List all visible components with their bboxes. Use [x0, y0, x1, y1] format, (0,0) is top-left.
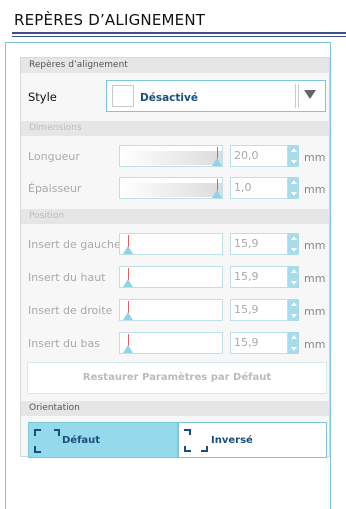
bottom-inset-unit: mm — [304, 338, 326, 351]
dropdown-separator — [298, 84, 299, 108]
length-unit: mm — [304, 151, 326, 164]
slider-thumb[interactable] — [123, 312, 133, 320]
style-dropdown[interactable] — [106, 80, 326, 112]
top-inset-label: Insert du haut — [28, 271, 106, 284]
orientation-default-button[interactable]: Défaut — [28, 422, 178, 458]
spinner-icon[interactable] — [288, 177, 299, 199]
slider-thumb[interactable] — [212, 190, 222, 198]
right-inset-label: Insert de droite — [28, 304, 113, 317]
style-swatch — [112, 85, 134, 107]
left-inset-unit: mm — [304, 239, 326, 252]
section-header-position: Position — [21, 209, 329, 224]
settings-group — [20, 57, 330, 457]
slider-thumb[interactable] — [123, 246, 133, 254]
slider-track — [120, 183, 222, 197]
spinner-icon[interactable] — [288, 233, 299, 255]
bottom-inset-label: Insert du bas — [28, 337, 100, 350]
style-label: Style — [28, 90, 57, 104]
length-label: Longueur — [28, 150, 80, 163]
top-inset-input[interactable]: 15,9 — [230, 266, 288, 288]
chevron-down-icon[interactable] — [304, 90, 316, 99]
title-divider — [12, 32, 346, 34]
thickness-input[interactable]: 1,0 — [230, 177, 288, 199]
thickness-unit: mm — [304, 183, 326, 196]
dropdown-separator — [295, 84, 296, 108]
restore-defaults-button[interactable]: Restaurer Paramètres par Défaut — [27, 362, 327, 394]
bottom-inset-input[interactable]: 15,9 — [230, 332, 288, 354]
style-value: Désactivé — [140, 92, 198, 104]
right-inset-unit: mm — [304, 305, 326, 318]
crop-marks-icon — [34, 429, 60, 453]
crop-marks-inverted-icon — [184, 429, 208, 452]
top-inset-unit: mm — [304, 272, 326, 285]
left-inset-slider[interactable] — [119, 233, 223, 255]
slider-thumb[interactable] — [212, 158, 222, 166]
title-divider-thin — [12, 36, 346, 37]
spinner-icon[interactable] — [288, 332, 299, 354]
orientation-inverse-button[interactable]: Inversé — [178, 422, 327, 458]
section-header-alignment: Repères d’alignement — [21, 58, 329, 73]
slider-thumb[interactable] — [123, 345, 133, 353]
length-input[interactable]: 20,0 — [230, 145, 288, 167]
right-inset-input[interactable]: 15,9 — [230, 299, 288, 321]
orientation-inverse-label: Inversé — [211, 435, 253, 446]
left-inset-input[interactable]: 15,9 — [230, 233, 288, 255]
spinner-icon[interactable] — [288, 266, 299, 288]
section-header-orientation: Orientation — [21, 401, 329, 416]
thickness-label: Épaisseur — [28, 182, 82, 195]
right-inset-slider[interactable] — [119, 299, 223, 321]
slider-track — [120, 151, 222, 165]
spinner-icon[interactable] — [288, 145, 299, 167]
slider-thumb[interactable] — [123, 279, 133, 287]
bottom-inset-slider[interactable] — [119, 332, 223, 354]
top-inset-slider[interactable] — [119, 266, 223, 288]
left-inset-label: Insert de gauche — [28, 238, 121, 251]
spinner-icon[interactable] — [288, 299, 299, 321]
panel-title: REPÈRES D’ALIGNEMENT — [14, 11, 206, 29]
orientation-default-label: Défaut — [62, 435, 101, 446]
section-header-dimensions: Dimensions — [21, 121, 329, 136]
